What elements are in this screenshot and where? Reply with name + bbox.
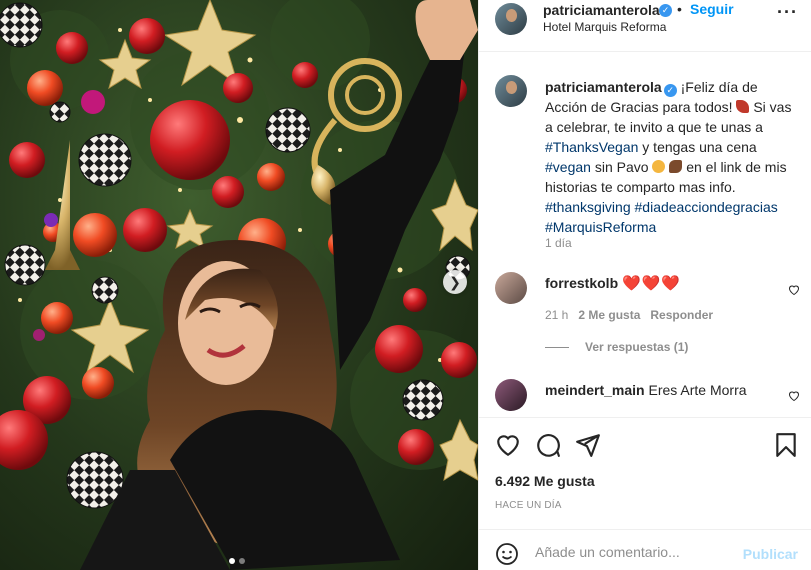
comment-text: forrestkolb ❤️❤️❤️ bbox=[545, 274, 681, 293]
hashtag-link[interactable]: #diadeacciondegracias bbox=[635, 199, 778, 215]
post-actions-bar bbox=[479, 417, 811, 469]
comment-body: Eres Arte Morra bbox=[648, 382, 747, 398]
author-username[interactable]: patriciamanterola bbox=[543, 2, 660, 18]
follow-button[interactable]: Seguir bbox=[690, 1, 734, 17]
heart-icon[interactable] bbox=[495, 432, 521, 458]
comment-like-heart-icon[interactable] bbox=[788, 284, 800, 296]
caption-text: patriciamanterola ✓ ¡Feliz día de Acción … bbox=[545, 77, 795, 237]
location-link[interactable]: Hotel Marquis Reforma bbox=[543, 20, 666, 34]
post-photo[interactable]: ❯ bbox=[0, 0, 478, 570]
hashtag-link[interactable]: #ThanksVegan bbox=[545, 139, 638, 155]
carousel-dot-2 bbox=[239, 558, 245, 564]
hashtag-link[interactable]: #vegan bbox=[545, 159, 591, 175]
comment-text: meindert_main Eres Arte Morra bbox=[545, 381, 747, 399]
verified-badge-icon: ✓ bbox=[659, 4, 672, 17]
view-replies-button[interactable]: Ver respuestas (1) bbox=[545, 340, 688, 354]
comment-username[interactable]: forrestkolb bbox=[545, 275, 618, 291]
likes-count[interactable]: 6.492 Me gusta bbox=[495, 473, 595, 489]
caption-username[interactable]: patriciamanterola bbox=[545, 79, 662, 95]
commenter-avatar[interactable] bbox=[495, 272, 527, 304]
comment-icon[interactable] bbox=[535, 432, 561, 458]
maple-leaf-emoji-icon bbox=[736, 100, 750, 113]
comment-time[interactable]: 21 h bbox=[545, 308, 568, 322]
carousel-dot-1 bbox=[229, 558, 235, 564]
reply-button[interactable]: Responder bbox=[650, 308, 713, 322]
comment-meta: 21 h 2 Me gusta Responder bbox=[545, 308, 713, 322]
share-icon[interactable] bbox=[575, 432, 601, 458]
more-options-icon[interactable]: ··· bbox=[777, 2, 798, 23]
bookmark-icon[interactable] bbox=[773, 432, 799, 458]
comment-like-heart-icon[interactable] bbox=[788, 390, 800, 402]
heart-eyes-emoji-icon bbox=[652, 160, 666, 173]
comment-username[interactable]: meindert_main bbox=[545, 382, 645, 398]
comment-composer: Publicar bbox=[479, 529, 811, 570]
view-replies-label: Ver respuestas (1) bbox=[585, 340, 689, 354]
carousel-dots bbox=[229, 558, 245, 564]
caption-part: sin Pavo bbox=[590, 159, 653, 175]
caption-part: y tengas una cena bbox=[638, 139, 757, 155]
header-separator: • bbox=[677, 1, 682, 17]
caption-timestamp[interactable]: 1 día bbox=[545, 236, 572, 250]
caption-time: 1 día bbox=[545, 236, 572, 250]
hashtag-link[interactable]: #thanksgiving bbox=[545, 199, 631, 215]
caption-verified-icon: ✓ bbox=[663, 84, 677, 97]
commenter-avatar[interactable] bbox=[495, 379, 527, 411]
comment-body: ❤️❤️❤️ bbox=[622, 275, 682, 292]
instagram-post: ❯ patriciamanterola ✓ • Seguir Hotel Mar… bbox=[0, 0, 811, 570]
comment-input[interactable] bbox=[535, 540, 735, 564]
hashtag-link[interactable]: #MarquisReforma bbox=[545, 219, 656, 235]
caption-avatar[interactable] bbox=[495, 75, 527, 107]
comment-likes[interactable]: 2 Me gusta bbox=[578, 308, 640, 322]
post-side-panel: patriciamanterola ✓ • Seguir Hotel Marqu… bbox=[478, 0, 811, 570]
post-time[interactable]: HACE UN DÍA bbox=[495, 500, 562, 511]
emoji-icon[interactable] bbox=[495, 542, 519, 566]
next-arrow-icon[interactable]: ❯ bbox=[443, 270, 467, 294]
christmas-tree-photo bbox=[0, 0, 478, 570]
post-header: patriciamanterola ✓ • Seguir Hotel Marqu… bbox=[479, 0, 811, 52]
butterfly-emoji-icon bbox=[669, 160, 683, 173]
publish-button[interactable]: Publicar bbox=[743, 546, 798, 562]
author-avatar[interactable] bbox=[495, 3, 527, 35]
